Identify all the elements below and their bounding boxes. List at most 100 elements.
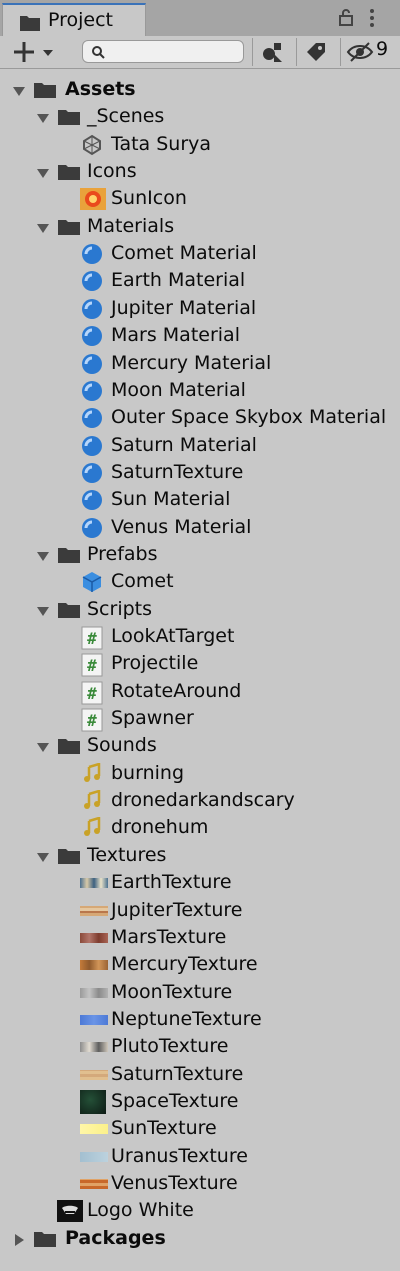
tree-folder-scripts[interactable]: Scripts: [0, 596, 400, 623]
filter-by-label-icon[interactable]: [304, 40, 328, 68]
tree-folder-assets[interactable]: Assets: [0, 76, 400, 103]
tree-asset-item[interactable]: Venus Material: [0, 514, 400, 541]
tree-asset-item[interactable]: Saturn Material: [0, 432, 400, 459]
tree-asset-item[interactable]: EarthTexture: [0, 869, 400, 896]
expand-arrow-right-icon[interactable]: [12, 1232, 26, 1246]
expand-arrow-down-icon[interactable]: [36, 220, 50, 234]
tree-item-label: Moon Material: [111, 378, 246, 401]
texture-thumbnail-icon: [80, 1089, 106, 1114]
material-icon: [81, 270, 103, 292]
texture-thumbnail-icon: [80, 1069, 108, 1080]
tree-folder-textures[interactable]: Textures: [0, 842, 400, 869]
tab-project[interactable]: Project: [2, 3, 146, 36]
tree-item-label: RotateAround: [111, 679, 242, 702]
texture-thumbnail-icon: [80, 905, 108, 916]
tree-asset-item[interactable]: PlutoTexture: [0, 1033, 400, 1060]
tree-asset-item[interactable]: SaturnTexture: [0, 1061, 400, 1088]
create-button[interactable]: [10, 38, 62, 66]
tree-asset-item[interactable]: burning: [0, 760, 400, 787]
tree-folder-packages[interactable]: Packages: [0, 1225, 400, 1252]
svg-text:#: #: [87, 629, 97, 648]
sunicon-icon: [80, 188, 106, 211]
tree-asset-item[interactable]: SaturnTexture: [0, 459, 400, 486]
tree-item-label: Comet: [111, 570, 174, 593]
search-icon: [92, 46, 105, 59]
tree-folder-prefabs[interactable]: Prefabs: [0, 541, 400, 568]
tree-asset-item[interactable]: Sun Material: [0, 486, 400, 513]
expand-arrow-down-icon[interactable]: [36, 849, 50, 863]
expand-arrow-down-icon[interactable]: [36, 548, 50, 562]
tree-asset-item[interactable]: MarsTexture: [0, 924, 400, 951]
more-options-icon[interactable]: [368, 8, 376, 32]
tree-asset-item[interactable]: Jupiter Material: [0, 295, 400, 322]
tree-item-label: VenusTexture: [111, 1172, 238, 1194]
tree-asset-item[interactable]: dronehum: [0, 814, 400, 841]
tree-asset-item[interactable]: Moon Material: [0, 377, 400, 404]
script-icon: #: [81, 708, 103, 732]
material-icon: [81, 298, 103, 320]
tree-asset-item[interactable]: Tata Surya: [0, 131, 400, 158]
tree-item-label: Spawner: [111, 707, 194, 730]
filter-by-type-icon[interactable]: [260, 40, 284, 68]
tree-asset-item[interactable]: MoonTexture: [0, 979, 400, 1006]
texture-thumbnail-icon: [80, 1124, 108, 1135]
tree-asset-item[interactable]: Comet: [0, 568, 400, 595]
tree-asset-item[interactable]: dronedarkandscary: [0, 787, 400, 814]
tree-asset-item[interactable]: Comet Material: [0, 240, 400, 267]
tree-item-label: Icons: [87, 160, 137, 183]
search-input[interactable]: [82, 40, 244, 63]
tree-item-label: Materials: [87, 214, 175, 237]
tree-asset-item[interactable]: Earth Material: [0, 267, 400, 294]
tree-asset-item[interactable]: # LookAtTarget: [0, 623, 400, 650]
tree-item-label: _Scenes: [87, 105, 165, 128]
tree-asset-item[interactable]: Mercury Material: [0, 350, 400, 377]
tree-item-label: Projectile: [111, 652, 199, 675]
tree-asset-item[interactable]: # Spawner: [0, 705, 400, 732]
tree-asset-item[interactable]: SpaceTexture: [0, 1088, 400, 1115]
tree-asset-item[interactable]: NeptuneTexture: [0, 1006, 400, 1033]
material-icon: [81, 243, 103, 265]
tree-asset-item[interactable]: # RotateAround: [0, 678, 400, 705]
expand-arrow-down-icon[interactable]: [36, 110, 50, 124]
toolbar: 9: [0, 36, 400, 69]
tree-item-label: Sounds: [87, 734, 157, 757]
tree-asset-item[interactable]: JupiterTexture: [0, 897, 400, 924]
tree-item-label: SaturnTexture: [111, 460, 244, 483]
tree-asset-item[interactable]: SunTexture: [0, 1115, 400, 1142]
tree-folder-sounds[interactable]: Sounds: [0, 732, 400, 759]
tree-asset-item[interactable]: # Projectile: [0, 650, 400, 677]
expand-arrow-down-icon[interactable]: [36, 603, 50, 617]
tree-folder-materials[interactable]: Materials: [0, 213, 400, 240]
expand-arrow-down-icon[interactable]: [12, 83, 26, 97]
expand-arrow-down-icon[interactable]: [36, 165, 50, 179]
folder-icon: [57, 162, 80, 184]
tree-asset-item[interactable]: Outer Space Skybox Material: [0, 404, 400, 431]
tree-asset-item[interactable]: VenusTexture: [0, 1170, 400, 1197]
folder-icon: [57, 107, 80, 129]
svg-text:#: #: [87, 684, 97, 703]
texture-thumbnail-icon: [80, 1151, 108, 1162]
tree-folder-icons[interactable]: Icons: [0, 158, 400, 185]
sound-icon: [81, 789, 103, 812]
svg-text:#: #: [87, 656, 97, 675]
material-icon: [81, 489, 103, 511]
tree-asset-item[interactable]: Mars Material: [0, 322, 400, 349]
tree-item-label: Sun Material: [111, 488, 231, 511]
tree-item-label: EarthTexture: [111, 871, 232, 894]
tree-asset-item[interactable]: SunIcon: [0, 185, 400, 212]
material-icon: [81, 407, 103, 429]
texture-thumbnail-icon: [80, 932, 108, 943]
tree-folder-scenes[interactable]: _Scenes: [0, 103, 400, 130]
lock-icon[interactable]: [338, 8, 354, 30]
texture-thumbnail-icon: [80, 1179, 108, 1189]
tree-asset-logo-white[interactable]: Logo White: [0, 1197, 400, 1224]
tree-asset-item[interactable]: UranusTexture: [0, 1143, 400, 1170]
tree-asset-item[interactable]: MercuryTexture: [0, 951, 400, 978]
hidden-packages-icon[interactable]: [346, 40, 374, 68]
texture-thumbnail-icon: [80, 960, 108, 971]
folder-icon: [19, 14, 41, 36]
tree-item-label: Earth Material: [111, 269, 246, 292]
tree-item-label: MarsTexture: [111, 925, 227, 948]
expand-arrow-down-icon[interactable]: [36, 739, 50, 753]
tree-item-label: Jupiter Material: [111, 296, 257, 319]
